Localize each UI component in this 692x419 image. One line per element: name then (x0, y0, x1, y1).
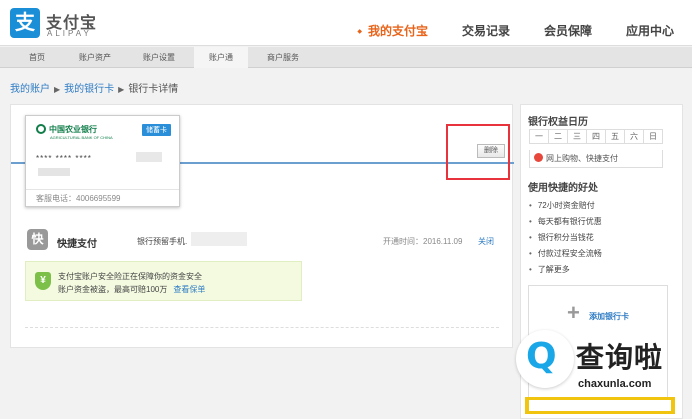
calendar-benefit-text: 网上购物、快捷支付 (546, 154, 618, 163)
customer-service-phone: 客服电话：4006695599 (26, 189, 179, 206)
plus-icon: + (567, 300, 580, 325)
open-time: 开通时间：2016.11.09 (383, 237, 463, 246)
weekday-sat[interactable]: 六 (624, 129, 644, 144)
subnav-home[interactable]: 首页 (18, 47, 56, 68)
weekday-thu[interactable]: 四 (586, 129, 606, 144)
weekday-wed[interactable]: 三 (567, 129, 587, 144)
redacted-phone (191, 232, 247, 246)
watermark-text: 查询啦 (576, 342, 664, 373)
nav-my-alipay[interactable]: 我的支付宝 (357, 22, 428, 39)
bank-card: 中国农业银行 AGRICULTURAL BANK OF CHINA 储蓄卡 **… (25, 115, 180, 207)
bank-name: 中国农业银行 (49, 125, 97, 134)
bank-name-en: AGRICULTURAL BANK OF CHINA (50, 135, 113, 140)
redacted-number (136, 152, 162, 162)
weekday-tue[interactable]: 二 (548, 129, 568, 144)
card-number: **** **** **** (36, 154, 92, 163)
shield-yuan-icon: ¥ (35, 272, 51, 290)
subnav-merchant[interactable]: 商户服务 (258, 47, 308, 68)
weekday-mon[interactable]: 一 (529, 129, 549, 144)
list-item: 付款过程安全流畅 (529, 246, 602, 262)
watermark-bar-inner (529, 400, 671, 411)
benefit-calendar: 一 二 三 四 五 六 日 (529, 129, 663, 144)
bank-logo: 中国农业银行 (36, 124, 97, 135)
sub-nav: 首页 账户资产 账户设置 账户通 商户服务 (0, 47, 692, 68)
add-card-label[interactable]: 添加银行卡 (589, 311, 629, 322)
learn-more-link[interactable]: 了解更多 (529, 262, 602, 278)
redacted-name (38, 168, 70, 176)
subnav-settings[interactable]: 账户设置 (134, 47, 184, 68)
logo-subtext: ALIPAY (47, 29, 92, 38)
list-item: 72小时资金赔付 (529, 198, 602, 214)
subnav-account-link[interactable]: 账户通 (194, 47, 248, 68)
nav-member-protection[interactable]: 会员保障 (544, 22, 592, 39)
security-line-2: 账户资金被盗，最高可赔100万 查看保单 (58, 284, 205, 295)
close-quick-pay-link[interactable]: 关闭 (478, 236, 494, 247)
breadcrumb-my-cards[interactable]: 我的银行卡 (64, 84, 114, 95)
quick-pay-icon: 快 (27, 229, 48, 250)
weekday-fri[interactable]: 五 (605, 129, 625, 144)
highlight-box (446, 124, 510, 180)
breadcrumb-arrow-icon: ▶ (118, 85, 125, 94)
top-header: 支 支付宝 ALIPAY 我的支付宝 交易记录 会员保障 应用中心 (0, 0, 692, 46)
calendar-benefit: 网上购物、快捷支付 (529, 150, 663, 168)
magnifier-q-icon: Q (526, 336, 557, 377)
benefits-title: 使用快捷的好处 (528, 183, 598, 194)
security-notice: ¥ 支付宝账户安全险正在保障你的资金安全 账户资金被盗，最高可赔100万 查看保单 (25, 261, 302, 301)
quick-pay-title: 快捷支付 (57, 239, 97, 250)
breadcrumb-my-account[interactable]: 我的账户 (10, 84, 50, 95)
subnav-assets[interactable]: 账户资产 (70, 47, 120, 68)
bank-dot-icon (534, 153, 543, 162)
card-detail-panel: 中国农业银行 AGRICULTURAL BANK OF CHINA 储蓄卡 **… (10, 104, 514, 348)
nav-app-center[interactable]: 应用中心 (626, 22, 674, 39)
weekday-sun[interactable]: 日 (643, 129, 663, 144)
list-item: 每天都有银行优惠 (529, 214, 602, 230)
watermark-domain: chaxunla.com (578, 378, 652, 390)
dashed-divider (25, 327, 499, 328)
main-nav: 我的支付宝 交易记录 会员保障 应用中心 (357, 22, 674, 39)
breadcrumb-arrow-icon: ▶ (54, 85, 61, 94)
alipay-logo-icon[interactable]: 支 (10, 8, 40, 38)
card-type-badge: 储蓄卡 (142, 124, 171, 136)
view-policy-link[interactable]: 查看保单 (173, 285, 205, 294)
nav-transactions[interactable]: 交易记录 (462, 22, 510, 39)
bank-emblem-icon (36, 124, 46, 134)
benefits-list: 72小时资金赔付 每天都有银行优惠 银行积分当钱花 付款过程安全流畅 了解更多 (529, 198, 602, 278)
security-line-1: 支付宝账户安全险正在保障你的资金安全 (58, 272, 202, 281)
list-item: 银行积分当钱花 (529, 230, 602, 246)
reserved-phone-label: 银行预留手机. (137, 237, 188, 246)
breadcrumb: 我的账户 ▶ 我的银行卡 ▶ 银行卡详情 (10, 80, 178, 95)
breadcrumb-current: 银行卡详情 (128, 84, 179, 95)
security-line-2-text: 账户资金被盗，最高可赔100万 (58, 285, 168, 294)
calendar-title: 银行权益日历 (528, 117, 588, 128)
